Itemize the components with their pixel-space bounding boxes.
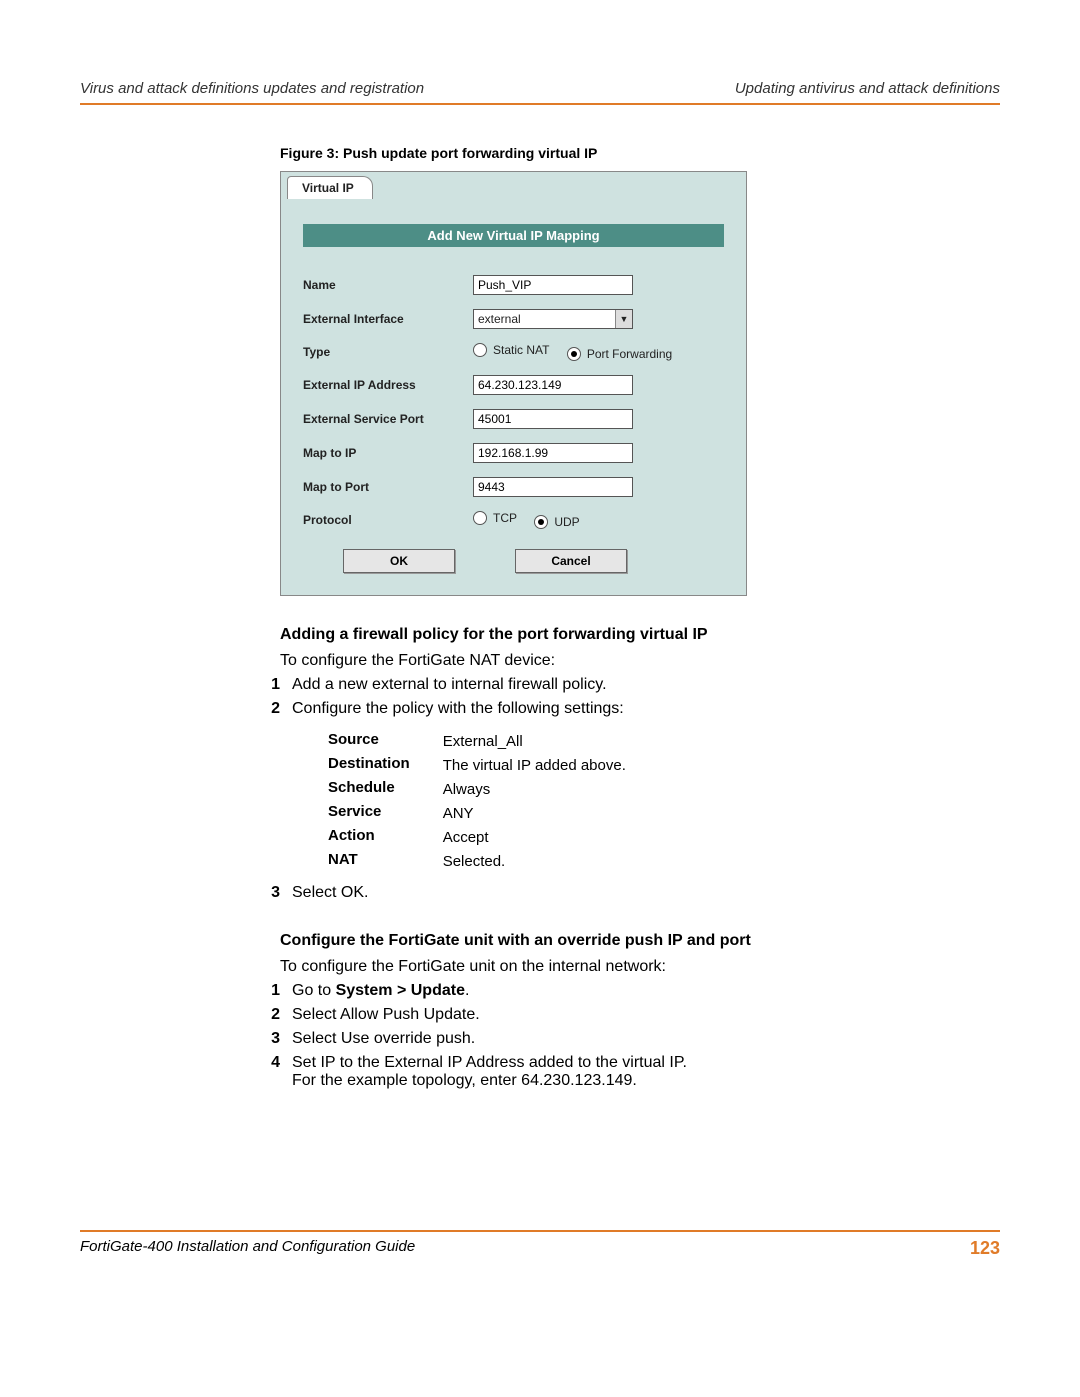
figure-caption: Figure 3: Push update port forwarding vi… [280,145,1000,161]
chevron-down-icon: ▼ [615,310,632,328]
ext-if-select[interactable]: external ▼ [473,309,633,329]
section2-intro: To configure the FortiGate unit on the i… [280,958,1000,976]
ok-button[interactable]: OK [343,549,455,573]
radio-port-forwarding[interactable]: Port Forwarding [567,347,672,361]
section1-intro: To configure the FortiGate NAT device: [280,652,1000,670]
setting-key: Schedule [327,778,440,800]
ext-port-field[interactable] [473,409,633,429]
list-number: 3 [240,1030,292,1048]
setting-val: Always [442,778,627,800]
setting-val: External_All [442,730,627,752]
setting-val: ANY [442,802,627,824]
tab-row: Virtual IP [281,172,746,202]
list-number: 2 [240,700,292,718]
setting-val: Selected. [442,850,627,872]
list-item: Select Use override push. [292,1030,1000,1048]
section2-heading: Configure the FortiGate unit with an ove… [280,932,1000,950]
setting-key: NAT [327,850,440,872]
setting-key: Source [327,730,440,752]
header-right: Updating antivirus and attack definition… [735,80,1000,97]
setting-key: Service [327,802,440,824]
footer-left: FortiGate-400 Installation and Configura… [80,1238,415,1259]
radio-static-nat[interactable]: Static NAT [473,343,549,357]
label-type: Type [303,345,473,359]
label-ext-port: External Service Port [303,412,473,426]
label-ext-ip: External IP Address [303,378,473,392]
label-protocol: Protocol [303,513,473,527]
list-number: 1 [240,676,292,694]
setting-key: Action [327,826,440,848]
list-number: 3 [240,884,292,902]
page-header: Virus and attack definitions updates and… [80,80,1000,105]
map-port-field[interactable] [473,477,633,497]
screenshot-panel: Virtual IP Add New Virtual IP Mapping Na… [280,171,747,596]
name-field[interactable] [473,275,633,295]
setting-val: Accept [442,826,627,848]
tab-virtual-ip[interactable]: Virtual IP [287,176,373,199]
cancel-button[interactable]: Cancel [515,549,627,573]
label-map-ip: Map to IP [303,446,473,460]
header-left: Virus and attack definitions updates and… [80,80,424,97]
list-item: Select OK. [292,884,1000,902]
page-footer: FortiGate-400 Installation and Configura… [80,1230,1000,1259]
page-number: 123 [970,1238,1000,1259]
settings-table: SourceExternal_All DestinationThe virtua… [325,728,629,874]
panel-title: Add New Virtual IP Mapping [303,224,724,247]
list-item: Set IP to the External IP Address added … [292,1054,1000,1090]
setting-key: Destination [327,754,440,776]
label-map-port: Map to Port [303,480,473,494]
list-number: 1 [240,982,292,1000]
list-item: Go to System > Update. [292,982,1000,1000]
list-item: Select Allow Push Update. [292,1006,1000,1024]
map-ip-field[interactable] [473,443,633,463]
section1-heading: Adding a firewall policy for the port fo… [280,626,1000,644]
list-number: 2 [240,1006,292,1024]
label-name: Name [303,278,473,292]
label-ext-if: External Interface [303,312,473,326]
setting-val: The virtual IP added above. [442,754,627,776]
list-item: Add a new external to internal firewall … [292,676,1000,694]
radio-tcp[interactable]: TCP [473,511,517,525]
list-number: 4 [240,1054,292,1090]
radio-udp[interactable]: UDP [534,515,579,529]
ext-if-value: external [478,312,521,326]
list-item: Configure the policy with the following … [292,700,1000,718]
ext-ip-field[interactable] [473,375,633,395]
